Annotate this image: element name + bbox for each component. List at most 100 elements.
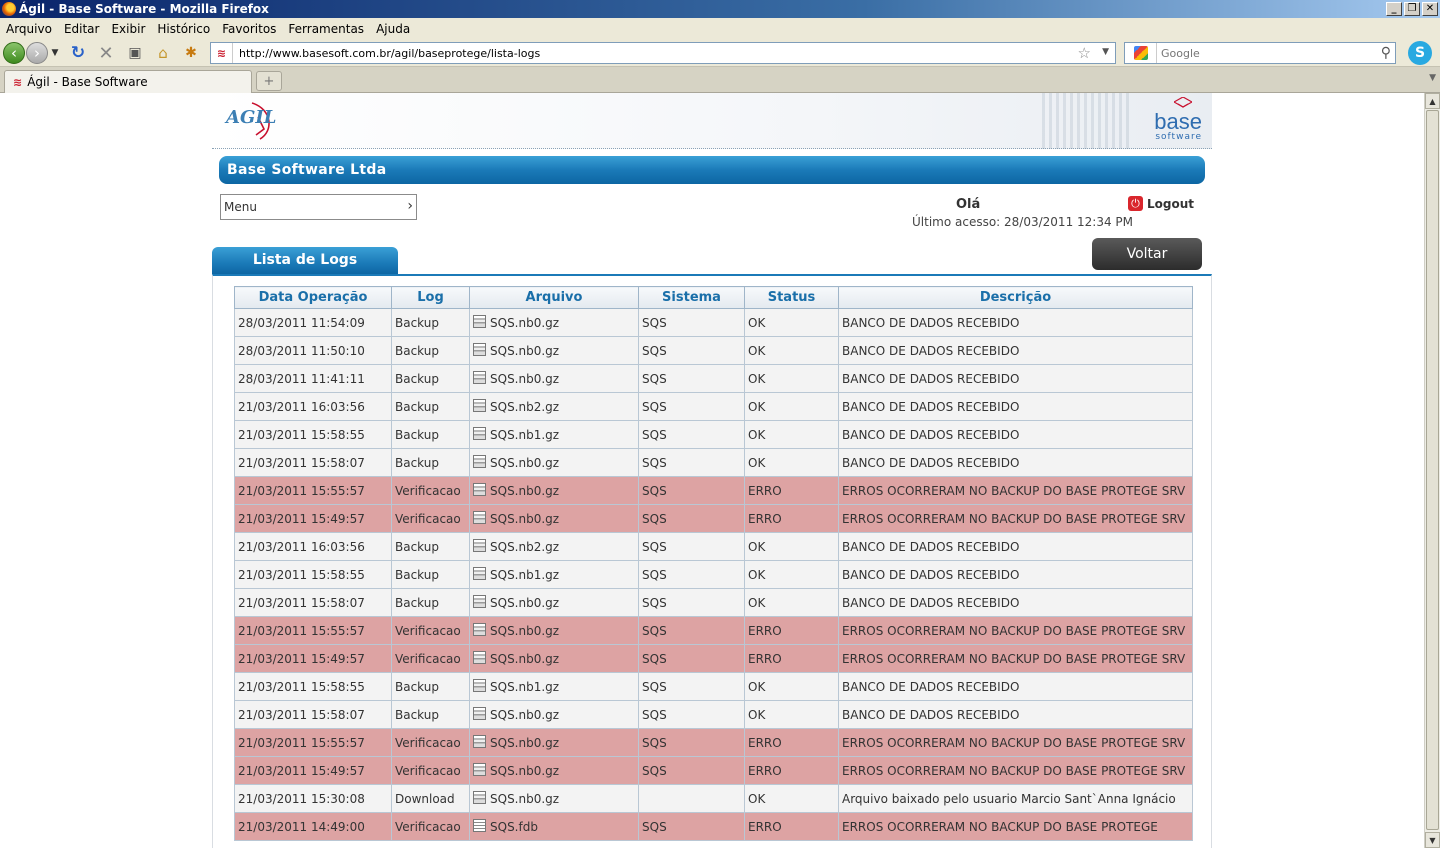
file-link[interactable]: SQS.nb0.gz <box>490 708 559 722</box>
file-link[interactable]: SQS.nb1.gz <box>490 428 559 442</box>
menu-favoritos[interactable]: Favoritos <box>222 22 282 36</box>
cell-file[interactable]: SQS.nb2.gz <box>469 392 639 421</box>
cell-file[interactable]: SQS.nb0.gz <box>469 784 639 813</box>
url-dropdown-icon[interactable]: ▼ <box>1102 47 1109 57</box>
menu-dropdown[interactable]: Menu › <box>220 194 417 220</box>
file-link[interactable]: SQS.nb0.gz <box>490 652 559 666</box>
tab-agil[interactable]: ≋ Ágil - Base Software <box>4 70 252 93</box>
file-link[interactable]: SQS.nb0.gz <box>490 736 559 750</box>
table-row[interactable]: 21/03/2011 16:03:56 Backup SQS.nb2.gz SQS OK… <box>234 392 1193 421</box>
vertical-scrollbar[interactable]: ▲ ▼ <box>1424 93 1440 848</box>
file-link[interactable]: SQS.nb2.gz <box>490 400 559 414</box>
menu-ajuda[interactable]: Ajuda <box>376 22 416 36</box>
table-row[interactable]: 28/03/2011 11:50:10 Backup SQS.nb0.gz SQS OK… <box>234 336 1193 365</box>
col-header-log[interactable]: Log <box>391 286 470 309</box>
table-row[interactable]: 21/03/2011 15:58:07 Backup SQS.nb0.gz SQS OK… <box>234 700 1193 729</box>
col-header-description[interactable]: Descrição <box>838 286 1193 309</box>
cell-file[interactable]: SQS.nb0.gz <box>469 308 639 337</box>
cell-file[interactable]: SQS.nb0.gz <box>469 644 639 673</box>
scroll-down-icon[interactable]: ▼ <box>1425 832 1440 848</box>
file-link[interactable]: SQS.nb0.gz <box>490 456 559 470</box>
restore-button[interactable]: ❐ <box>1404 2 1420 16</box>
cell-file[interactable]: SQS.nb1.gz <box>469 420 639 449</box>
file-link[interactable]: SQS.nb1.gz <box>490 568 559 582</box>
table-row[interactable]: 28/03/2011 11:54:09 Backup SQS.nb0.gz SQS OK… <box>234 308 1193 337</box>
col-header-file[interactable]: Arquivo <box>469 286 639 309</box>
file-link[interactable]: SQS.nb0.gz <box>490 372 559 386</box>
addon-button[interactable]: ✱ <box>180 42 202 64</box>
tab-list-icon[interactable]: ▼ <box>1429 73 1436 83</box>
bookmark-star-icon[interactable]: ☆ <box>1078 44 1091 62</box>
col-header-system[interactable]: Sistema <box>638 286 745 309</box>
file-link[interactable]: SQS.nb0.gz <box>490 596 559 610</box>
cell-file[interactable]: SQS.nb0.gz <box>469 700 639 729</box>
search-bar[interactable]: ⚲ <box>1124 42 1396 64</box>
scroll-thumb[interactable] <box>1426 110 1439 830</box>
table-row[interactable]: 28/03/2011 11:41:11 Backup SQS.nb0.gz SQS OK… <box>234 364 1193 393</box>
cell-file[interactable]: SQS.nb0.gz <box>469 336 639 365</box>
table-row[interactable]: 21/03/2011 15:58:55 Backup SQS.nb1.gz SQS OK… <box>234 672 1193 701</box>
cell-file[interactable]: SQS.nb1.gz <box>469 672 639 701</box>
url-input[interactable] <box>233 44 1053 62</box>
forward-button[interactable]: › <box>26 42 48 64</box>
menu-historico[interactable]: Histórico <box>157 22 216 36</box>
skype-icon[interactable]: S <box>1408 41 1432 65</box>
cell-file[interactable]: SQS.nb2.gz <box>469 532 639 561</box>
stop-button[interactable]: ✕ <box>95 42 117 64</box>
cell-file[interactable]: SQS.nb0.gz <box>469 588 639 617</box>
table-row[interactable]: 21/03/2011 15:58:55 Backup SQS.nb1.gz SQS OK… <box>234 420 1193 449</box>
table-row[interactable]: 21/03/2011 15:49:57 Verificacao SQS.nb0.gz… <box>234 504 1193 533</box>
cell-file[interactable]: SQS.nb0.gz <box>469 476 639 505</box>
back-page-button[interactable]: Voltar <box>1092 238 1202 270</box>
back-button[interactable]: ‹ <box>3 42 25 64</box>
reload-button[interactable]: ↻ <box>67 42 89 64</box>
cell-file[interactable]: SQS.nb0.gz <box>469 448 639 477</box>
menu-exibir[interactable]: Exibir <box>111 22 151 36</box>
cell-file[interactable]: SQS.nb0.gz <box>469 728 639 757</box>
agil-logo[interactable]: AGIL <box>222 99 282 143</box>
cell-file[interactable]: SQS.nb0.gz <box>469 756 639 785</box>
home-button[interactable]: ⌂ <box>152 42 174 64</box>
table-row[interactable]: 21/03/2011 15:55:57 Verificacao SQS.nb0.gz… <box>234 616 1193 645</box>
menu-ferramentas[interactable]: Ferramentas <box>288 22 370 36</box>
scroll-up-icon[interactable]: ▲ <box>1425 93 1440 109</box>
table-row[interactable]: 21/03/2011 15:55:57 Verificacao SQS.nb0.gz… <box>234 728 1193 757</box>
file-link[interactable]: SQS.nb0.gz <box>490 624 559 638</box>
menu-editar[interactable]: Editar <box>64 22 106 36</box>
table-row[interactable]: 21/03/2011 15:55:57 Verificacao SQS.nb0.gz… <box>234 476 1193 505</box>
search-input[interactable] <box>1157 46 1367 60</box>
search-icon[interactable]: ⚲ <box>1381 45 1391 61</box>
file-link[interactable]: SQS.nb1.gz <box>490 680 559 694</box>
col-header-date[interactable]: Data Operação <box>234 286 392 309</box>
col-header-status[interactable]: Status <box>744 286 839 309</box>
table-row[interactable]: 21/03/2011 16:03:56 Backup SQS.nb2.gz SQS OK… <box>234 532 1193 561</box>
table-row[interactable]: 21/03/2011 15:49:57 Verificacao SQS.nb0.gz… <box>234 644 1193 673</box>
file-link[interactable]: SQS.nb0.gz <box>490 344 559 358</box>
logout-button[interactable]: ⏻ Logout <box>1128 196 1194 211</box>
cell-file[interactable]: SQS.nb1.gz <box>469 560 639 589</box>
cell-file[interactable]: SQS.fdb <box>469 812 639 841</box>
minimize-button[interactable]: _ <box>1386 2 1402 16</box>
cell-file[interactable]: SQS.nb0.gz <box>469 364 639 393</box>
file-link[interactable]: SQS.fdb <box>490 820 538 834</box>
cell-file[interactable]: SQS.nb0.gz <box>469 504 639 533</box>
table-row[interactable]: 21/03/2011 15:58:07 Backup SQS.nb0.gz SQS OK… <box>234 588 1193 617</box>
history-dropdown-button[interactable]: ▼ <box>49 42 61 64</box>
cell-file[interactable]: SQS.nb0.gz <box>469 616 639 645</box>
table-row[interactable]: 21/03/2011 15:49:57 Verificacao SQS.nb0.gz… <box>234 756 1193 785</box>
file-link[interactable]: SQS.nb0.gz <box>490 484 559 498</box>
base-software-logo[interactable]: base software <box>1154 97 1202 142</box>
file-link[interactable]: SQS.nb0.gz <box>490 316 559 330</box>
file-link[interactable]: SQS.nb0.gz <box>490 512 559 526</box>
google-icon[interactable] <box>1125 43 1157 63</box>
table-row[interactable]: 21/03/2011 15:58:55 Backup SQS.nb1.gz SQS OK… <box>234 560 1193 589</box>
file-link[interactable]: SQS.nb2.gz <box>490 540 559 554</box>
file-link[interactable]: SQS.nb0.gz <box>490 792 559 806</box>
file-link[interactable]: SQS.nb0.gz <box>490 764 559 778</box>
menu-arquivo[interactable]: Arquivo <box>6 22 58 36</box>
table-row[interactable]: 21/03/2011 15:30:08 Download SQS.nb0.gz OK A… <box>234 784 1193 813</box>
bookmarks-button[interactable]: ▣ <box>124 42 146 64</box>
close-button[interactable]: ✕ <box>1422 2 1438 16</box>
address-bar[interactable]: ≋ ☆ ▼ <box>210 42 1116 64</box>
new-tab-button[interactable]: + <box>256 71 282 91</box>
